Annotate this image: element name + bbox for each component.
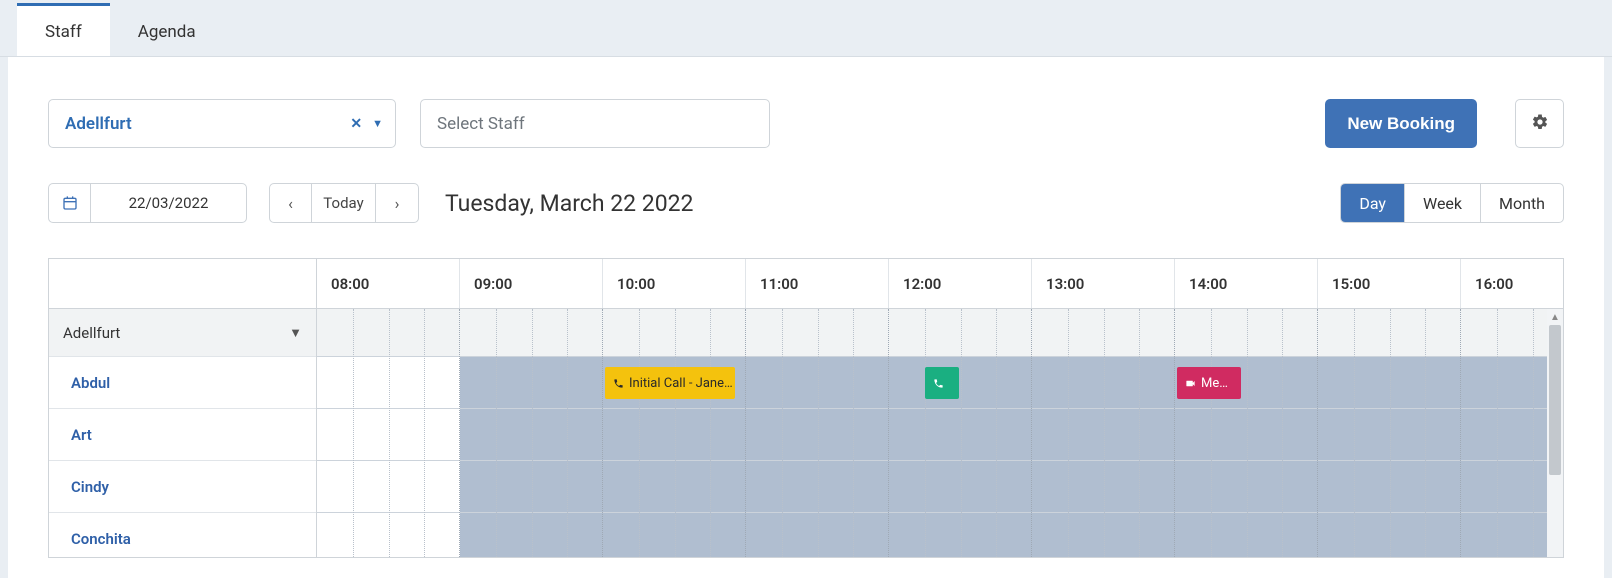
time-col-2: 10:00 — [603, 259, 746, 308]
today-label: Today — [323, 194, 363, 212]
next-day-button[interactable]: › — [376, 184, 418, 222]
today-button[interactable]: Today — [312, 184, 376, 222]
content-area: Adellfurt ✕ ▼ Select Staff New Booking — [8, 57, 1604, 578]
settings-button[interactable] — [1515, 99, 1564, 148]
clear-location-icon[interactable]: ✕ — [350, 116, 362, 132]
date-nav-group: ‹ Today › — [269, 183, 419, 223]
event-meeting[interactable]: Me… — [1177, 367, 1241, 399]
time-col-7: 15:00 — [1318, 259, 1461, 308]
calendar-body: Adellfurt ▼ Abdul Art Cindy Conchita — [49, 309, 1563, 557]
time-col-0: 08:00 — [317, 259, 460, 308]
calendar: 08:00 09:00 10:00 11:00 12:00 13:00 14:0… — [48, 258, 1564, 558]
collapse-icon[interactable]: ▼ — [289, 325, 302, 341]
gear-icon — [1531, 113, 1549, 135]
new-booking-label: New Booking — [1347, 114, 1455, 133]
staff-placeholder: Select Staff — [437, 114, 525, 134]
event-initial-call[interactable]: Initial Call - Jane… — [605, 367, 735, 399]
tab-agenda-label: Agenda — [138, 22, 196, 42]
location-value: Adellfurt — [65, 114, 132, 134]
location-select[interactable]: Adellfurt ✕ ▼ — [48, 99, 396, 148]
date-nav-row: 22/03/2022 ‹ Today › Tuesday, March 22 2… — [48, 183, 1564, 223]
tab-staff[interactable]: Staff — [17, 3, 110, 57]
phone-icon — [613, 378, 624, 389]
view-month-label: Month — [1499, 194, 1545, 213]
time-col-4: 12:00 — [889, 259, 1032, 308]
staff-name-2: Cindy — [71, 478, 109, 496]
vertical-scrollbar[interactable]: ▲ — [1547, 309, 1563, 557]
staff-name-3: Conchita — [71, 530, 131, 548]
view-week[interactable]: Week — [1405, 184, 1481, 222]
tab-agenda[interactable]: Agenda — [110, 3, 224, 57]
time-col-3: 11:00 — [746, 259, 889, 308]
view-week-label: Week — [1423, 194, 1462, 213]
prev-day-button[interactable]: ‹ — [270, 184, 312, 222]
group-row[interactable]: Adellfurt ▼ — [49, 309, 316, 357]
date-value: 22/03/2022 — [91, 184, 246, 222]
grid-body[interactable]: Initial Call - Jane… Me… — [317, 309, 1563, 557]
event-label: Initial Call - Jane… — [629, 376, 733, 391]
date-picker[interactable]: 22/03/2022 — [48, 183, 247, 223]
location-actions: ✕ ▼ — [350, 116, 383, 132]
app-root: Staff Agenda Adellfurt ✕ ▼ Select Staff … — [0, 0, 1612, 578]
staff-row-0[interactable]: Abdul — [49, 357, 316, 409]
top-controls: Adellfurt ✕ ▼ Select Staff New Booking — [48, 99, 1564, 148]
view-day-label: Day — [1359, 194, 1386, 213]
time-header: 08:00 09:00 10:00 11:00 12:00 13:00 14:0… — [49, 259, 1563, 309]
header-staff-col — [49, 259, 317, 308]
view-day[interactable]: Day — [1341, 184, 1405, 222]
scroll-thumb[interactable] — [1549, 325, 1561, 475]
grid-cols — [317, 309, 1563, 557]
scroll-up-icon[interactable]: ▲ — [1547, 309, 1563, 325]
tab-bar: Staff Agenda — [0, 0, 1612, 57]
date-heading: Tuesday, March 22 2022 — [445, 190, 693, 217]
staff-name-1: Art — [71, 426, 92, 444]
time-cells: 08:00 09:00 10:00 11:00 12:00 13:00 14:0… — [317, 259, 1563, 308]
time-col-8: 16:00 — [1461, 259, 1563, 308]
calendar-icon[interactable] — [49, 184, 91, 222]
staff-row-1[interactable]: Art — [49, 409, 316, 461]
phone-icon — [933, 378, 944, 389]
view-toggle: Day Week Month — [1340, 183, 1564, 223]
time-col-1: 09:00 — [460, 259, 603, 308]
staff-list: Adellfurt ▼ Abdul Art Cindy Conchita — [49, 309, 317, 557]
tab-staff-label: Staff — [45, 22, 82, 42]
new-booking-button[interactable]: New Booking — [1325, 99, 1477, 148]
staff-name-0: Abdul — [71, 374, 110, 392]
event-call-short[interactable] — [925, 367, 959, 399]
event-label: Me… — [1201, 376, 1228, 391]
group-name: Adellfurt — [63, 324, 120, 342]
view-month[interactable]: Month — [1481, 184, 1563, 222]
staff-row-2[interactable]: Cindy — [49, 461, 316, 513]
caret-down-icon[interactable]: ▼ — [372, 117, 383, 130]
time-col-5: 13:00 — [1032, 259, 1175, 308]
time-col-6: 14:00 — [1175, 259, 1318, 308]
video-icon — [1185, 378, 1196, 389]
staff-select[interactable]: Select Staff — [420, 99, 770, 148]
chevron-left-icon: ‹ — [288, 194, 293, 213]
chevron-right-icon: › — [395, 194, 400, 213]
staff-row-3[interactable]: Conchita — [49, 513, 316, 558]
